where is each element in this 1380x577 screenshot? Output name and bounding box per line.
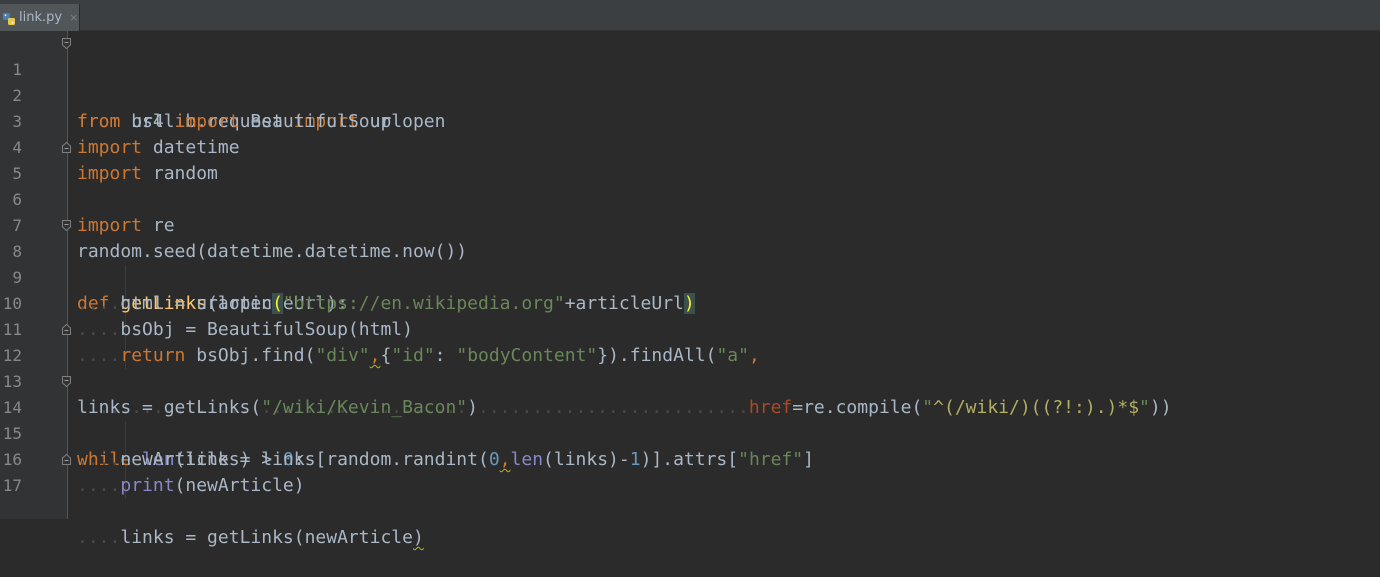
code-text: ....links = getLinks(newArticle) xyxy=(77,527,424,548)
code-line: 14 while len(links) > 0: xyxy=(0,369,1380,470)
tab-link-py[interactable]: link.py × xyxy=(0,4,80,31)
editor-tab-bar: link.py × xyxy=(0,0,1380,31)
code-text: ....print(newArticle) xyxy=(77,475,305,496)
code-line: 13 links = getLinks("/wiki/Kevin_Bacon") xyxy=(0,343,1380,418)
code-line: 3 import datetime xyxy=(0,83,1380,158)
close-icon[interactable]: × xyxy=(69,11,78,24)
code-line: 12 .....................................… xyxy=(0,317,1380,418)
code-line: 16 ....print(newArticle) xyxy=(0,421,1380,496)
fold-end-marker-icon[interactable] xyxy=(62,324,71,335)
code-line: 2 from bs4 import BeautifulSoup xyxy=(0,57,1380,132)
fold-marker-icon[interactable] xyxy=(62,220,71,231)
code-line: 9 ....html = urlopen("https://en.wikiped… xyxy=(0,239,1380,314)
fold-end-marker-icon[interactable] xyxy=(62,454,71,465)
fold-marker-icon[interactable] xyxy=(62,376,71,387)
tab-label: link.py xyxy=(19,10,63,25)
code-line: 15 ....newArticle = links[random.randint… xyxy=(0,395,1380,470)
code-editor[interactable]: 1 from urllib.request import urlopen 2 f… xyxy=(0,31,1380,548)
code-line: 4 import random xyxy=(0,109,1380,184)
code-line: 10 ....bsObj = BeautifulSoup(html) xyxy=(0,265,1380,340)
code-line: 7 random.seed(datetime.datetime.now()) xyxy=(0,187,1380,262)
code-line: 6 xyxy=(0,161,1380,209)
code-line: 17 ....links = getLinks(newArticle) xyxy=(0,447,1380,548)
python-file-icon xyxy=(2,11,16,25)
code-line: 5 import re xyxy=(0,135,1380,236)
code-line: 11 ....return bsObj.find("div",{"id": "b… xyxy=(0,291,1380,366)
fold-marker-icon[interactable] xyxy=(62,38,71,49)
fold-end-marker-icon[interactable] xyxy=(62,142,71,153)
code-line: 1 from urllib.request import urlopen xyxy=(0,31,1380,132)
line-number: 17 xyxy=(2,476,22,495)
code-line: 8 def getLinks(articleUrl): xyxy=(0,213,1380,314)
